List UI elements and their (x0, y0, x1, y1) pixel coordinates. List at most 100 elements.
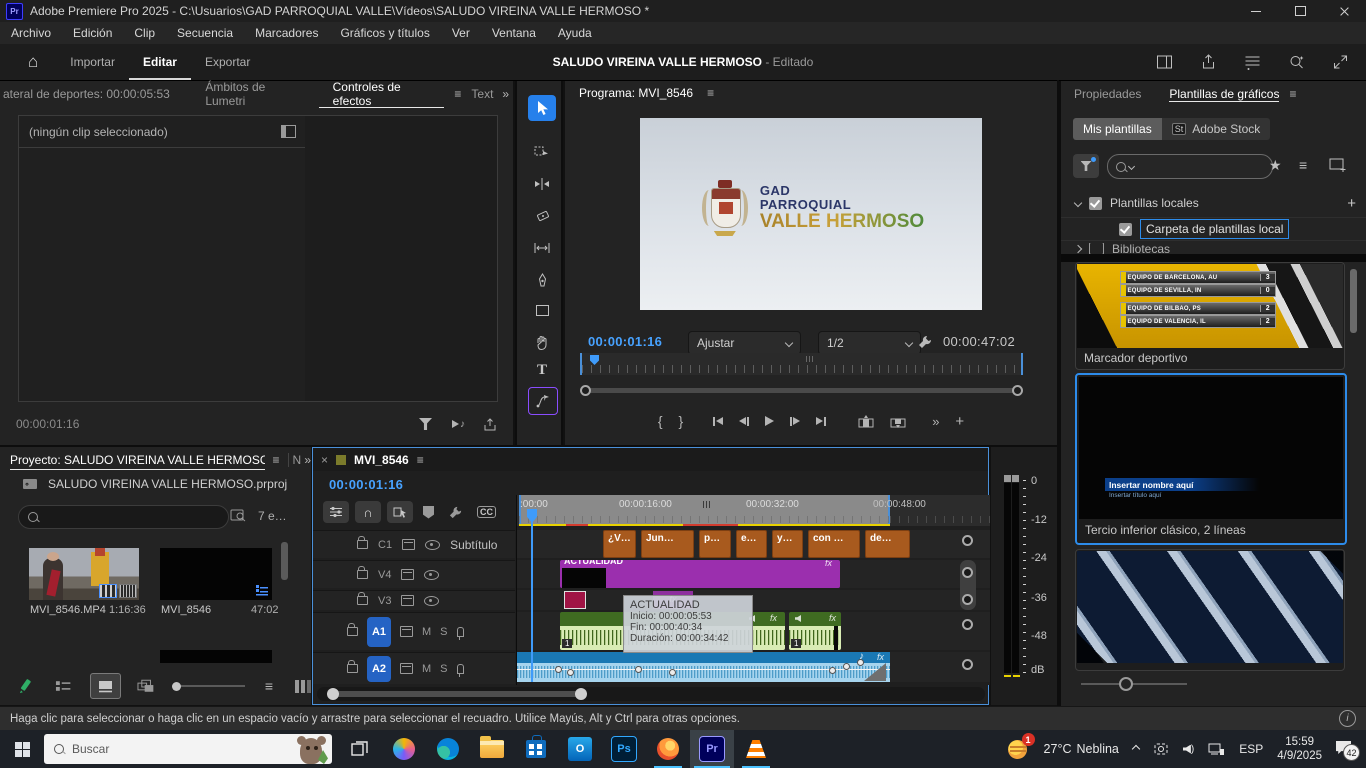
notification-center-icon[interactable]: 42 (1336, 740, 1356, 758)
outlook-icon[interactable]: O (558, 730, 602, 768)
automate-to-sequence-icon[interactable] (295, 680, 311, 693)
tab-text[interactable]: Text (471, 87, 498, 101)
my-templates-button[interactable]: Mis plantillas (1073, 118, 1162, 140)
quick-search-icon[interactable] (1288, 54, 1305, 70)
lift-button[interactable] (858, 415, 874, 428)
tab-effect-controls[interactable]: Controles de efectos (319, 80, 445, 108)
menu-archivo[interactable]: Archivo (0, 26, 62, 40)
info-icon[interactable]: i (1339, 710, 1356, 727)
keyframe[interactable] (555, 666, 562, 673)
tab-exportar[interactable]: Exportar (191, 44, 264, 80)
effect-controls-menu-icon[interactable]: ≡ (444, 87, 471, 101)
timeline-ruler[interactable]: :00:00 00:00:16:00 00:00:32:00 00:00:48:… (517, 495, 990, 526)
workspaces-icon[interactable] (1244, 54, 1261, 70)
project-breadcrumb[interactable]: SALUDO VIREINA VALLE HERMOSO.prproj (48, 477, 287, 491)
scroll-handle-right[interactable] (575, 688, 587, 700)
project-item-sequence[interactable]: MVI_8546 47:02 (160, 548, 272, 612)
filter-effects-icon[interactable] (419, 418, 432, 430)
track-height-knob-a1[interactable] (962, 619, 973, 630)
zoom-handle-left[interactable] (580, 385, 591, 396)
timeline-wrench-icon[interactable] (448, 505, 463, 520)
fit-dropdown[interactable]: Ajustar (688, 331, 801, 355)
tray-chevron-icon[interactable] (1132, 745, 1140, 753)
ruler-center-grip[interactable] (806, 356, 813, 362)
step-back-button[interactable] (739, 417, 749, 426)
copilot-icon[interactable] (382, 730, 426, 768)
tray-app-icon[interactable] (1153, 742, 1169, 756)
project-item-video[interactable]: MVI_8546.MP4 1:16:36 (29, 548, 139, 612)
toggle-column-icon[interactable] (281, 125, 296, 138)
libraries-checkbox[interactable] (1089, 243, 1104, 254)
settings-wrench-icon[interactable] (917, 334, 933, 350)
program-playhead[interactable] (590, 355, 599, 365)
caption-clip[interactable]: de… (865, 530, 910, 558)
local-templates-checkbox[interactable] (1089, 197, 1102, 210)
folder-rename-input[interactable]: Carpeta de plantillas local (1140, 219, 1289, 239)
tab-lumetri-scopes[interactable]: Ámbitos de Lumetri (191, 80, 318, 108)
menu-edicion[interactable]: Edición (62, 26, 123, 40)
go-to-out-button[interactable] (816, 417, 826, 426)
source-patch-icon[interactable] (400, 626, 413, 637)
track-height-knob-v3[interactable] (962, 594, 973, 605)
resolution-dropdown[interactable]: 1/2 (818, 331, 921, 355)
project-more-tabs-icon[interactable]: » (304, 453, 311, 467)
template-card-partial[interactable] (1075, 549, 1345, 671)
keyframe[interactable] (635, 666, 642, 673)
language-indicator[interactable]: ESP (1239, 742, 1263, 756)
video-clip-actualidad[interactable]: ACTUALIDAD fx (560, 560, 840, 588)
more-tabs-icon[interactable]: » (498, 87, 513, 101)
add-button-icon[interactable]: + (955, 413, 964, 430)
taskbar-search-box[interactable]: Buscar (44, 734, 332, 764)
track-height-knob-c1[interactable] (962, 535, 973, 546)
search-highlight-image[interactable] (294, 734, 328, 764)
templates-scrollbar[interactable] (1350, 269, 1357, 333)
menu-marcadores[interactable]: Marcadores (244, 26, 329, 40)
project-search-input[interactable] (18, 505, 229, 529)
scroll-handle-left[interactable] (327, 688, 339, 700)
rectangle-tool-icon[interactable] (528, 297, 556, 323)
track-label-c1[interactable]: C1 (378, 539, 392, 551)
home-icon[interactable]: ⌂ (28, 52, 38, 72)
mark-out-button[interactable]: } (679, 413, 684, 429)
pen-tool-icon[interactable] (528, 267, 556, 293)
caption-clip[interactable]: y… (772, 530, 803, 558)
volume-icon[interactable]: ) (1183, 744, 1194, 755)
folder-checkbox[interactable] (1119, 223, 1132, 236)
more-transport-icon[interactable]: » (932, 414, 939, 429)
keyframe[interactable] (843, 663, 850, 670)
track-height-knob-v4[interactable] (962, 567, 973, 578)
timeline-hscrollbar[interactable] (317, 687, 985, 701)
lock-track-icon[interactable] (347, 664, 358, 673)
track-select-forward-tool-icon[interactable] (528, 139, 556, 165)
mute-track-button[interactable]: M (422, 626, 431, 638)
menu-ayuda[interactable]: Ayuda (547, 26, 603, 40)
caption-clip[interactable]: con … (808, 530, 860, 558)
icon-view-button[interactable] (90, 673, 121, 699)
menu-graficos[interactable]: Gráficos y títulos (329, 26, 440, 40)
clip-trim-handle[interactable] (834, 626, 838, 650)
ripple-edit-tool-icon[interactable] (528, 171, 556, 197)
keyframe[interactable] (857, 659, 864, 666)
program-current-timecode[interactable]: 00:00:01:16 (588, 334, 662, 349)
lock-track-icon[interactable] (357, 570, 368, 579)
extract-button[interactable] (890, 415, 906, 428)
audio-clip-2[interactable]: fx 1 (789, 612, 841, 650)
item-name[interactable]: MVI_8546 (161, 604, 231, 616)
menu-secuencia[interactable]: Secuencia (166, 26, 244, 40)
sort-list-icon[interactable]: ≡ (1299, 157, 1307, 173)
template-card-tercio-inferior[interactable]: Insertar nombre aquí Insertar título aqu… (1075, 373, 1347, 545)
close-sequence-icon[interactable]: × (321, 453, 328, 467)
project-scrollbar[interactable] (281, 542, 288, 580)
caption-clip[interactable]: p… (699, 530, 731, 558)
sequence-tab[interactable]: MVI_8546 (354, 453, 409, 467)
minimize-button[interactable] (1234, 0, 1278, 22)
clock[interactable]: 15:594/9/2025 (1277, 735, 1322, 764)
lock-track-icon[interactable] (347, 627, 358, 636)
program-menu-icon[interactable]: ≡ (707, 86, 714, 100)
track-label-v4[interactable]: V4 (378, 569, 391, 581)
track-height-knob-a2[interactable] (962, 659, 973, 670)
new-template-icon[interactable] (1329, 158, 1347, 173)
tab-propiedades[interactable]: Propiedades (1074, 87, 1141, 101)
mute-track-button[interactable]: M (422, 663, 431, 675)
razor-tool-icon[interactable] (528, 203, 556, 229)
